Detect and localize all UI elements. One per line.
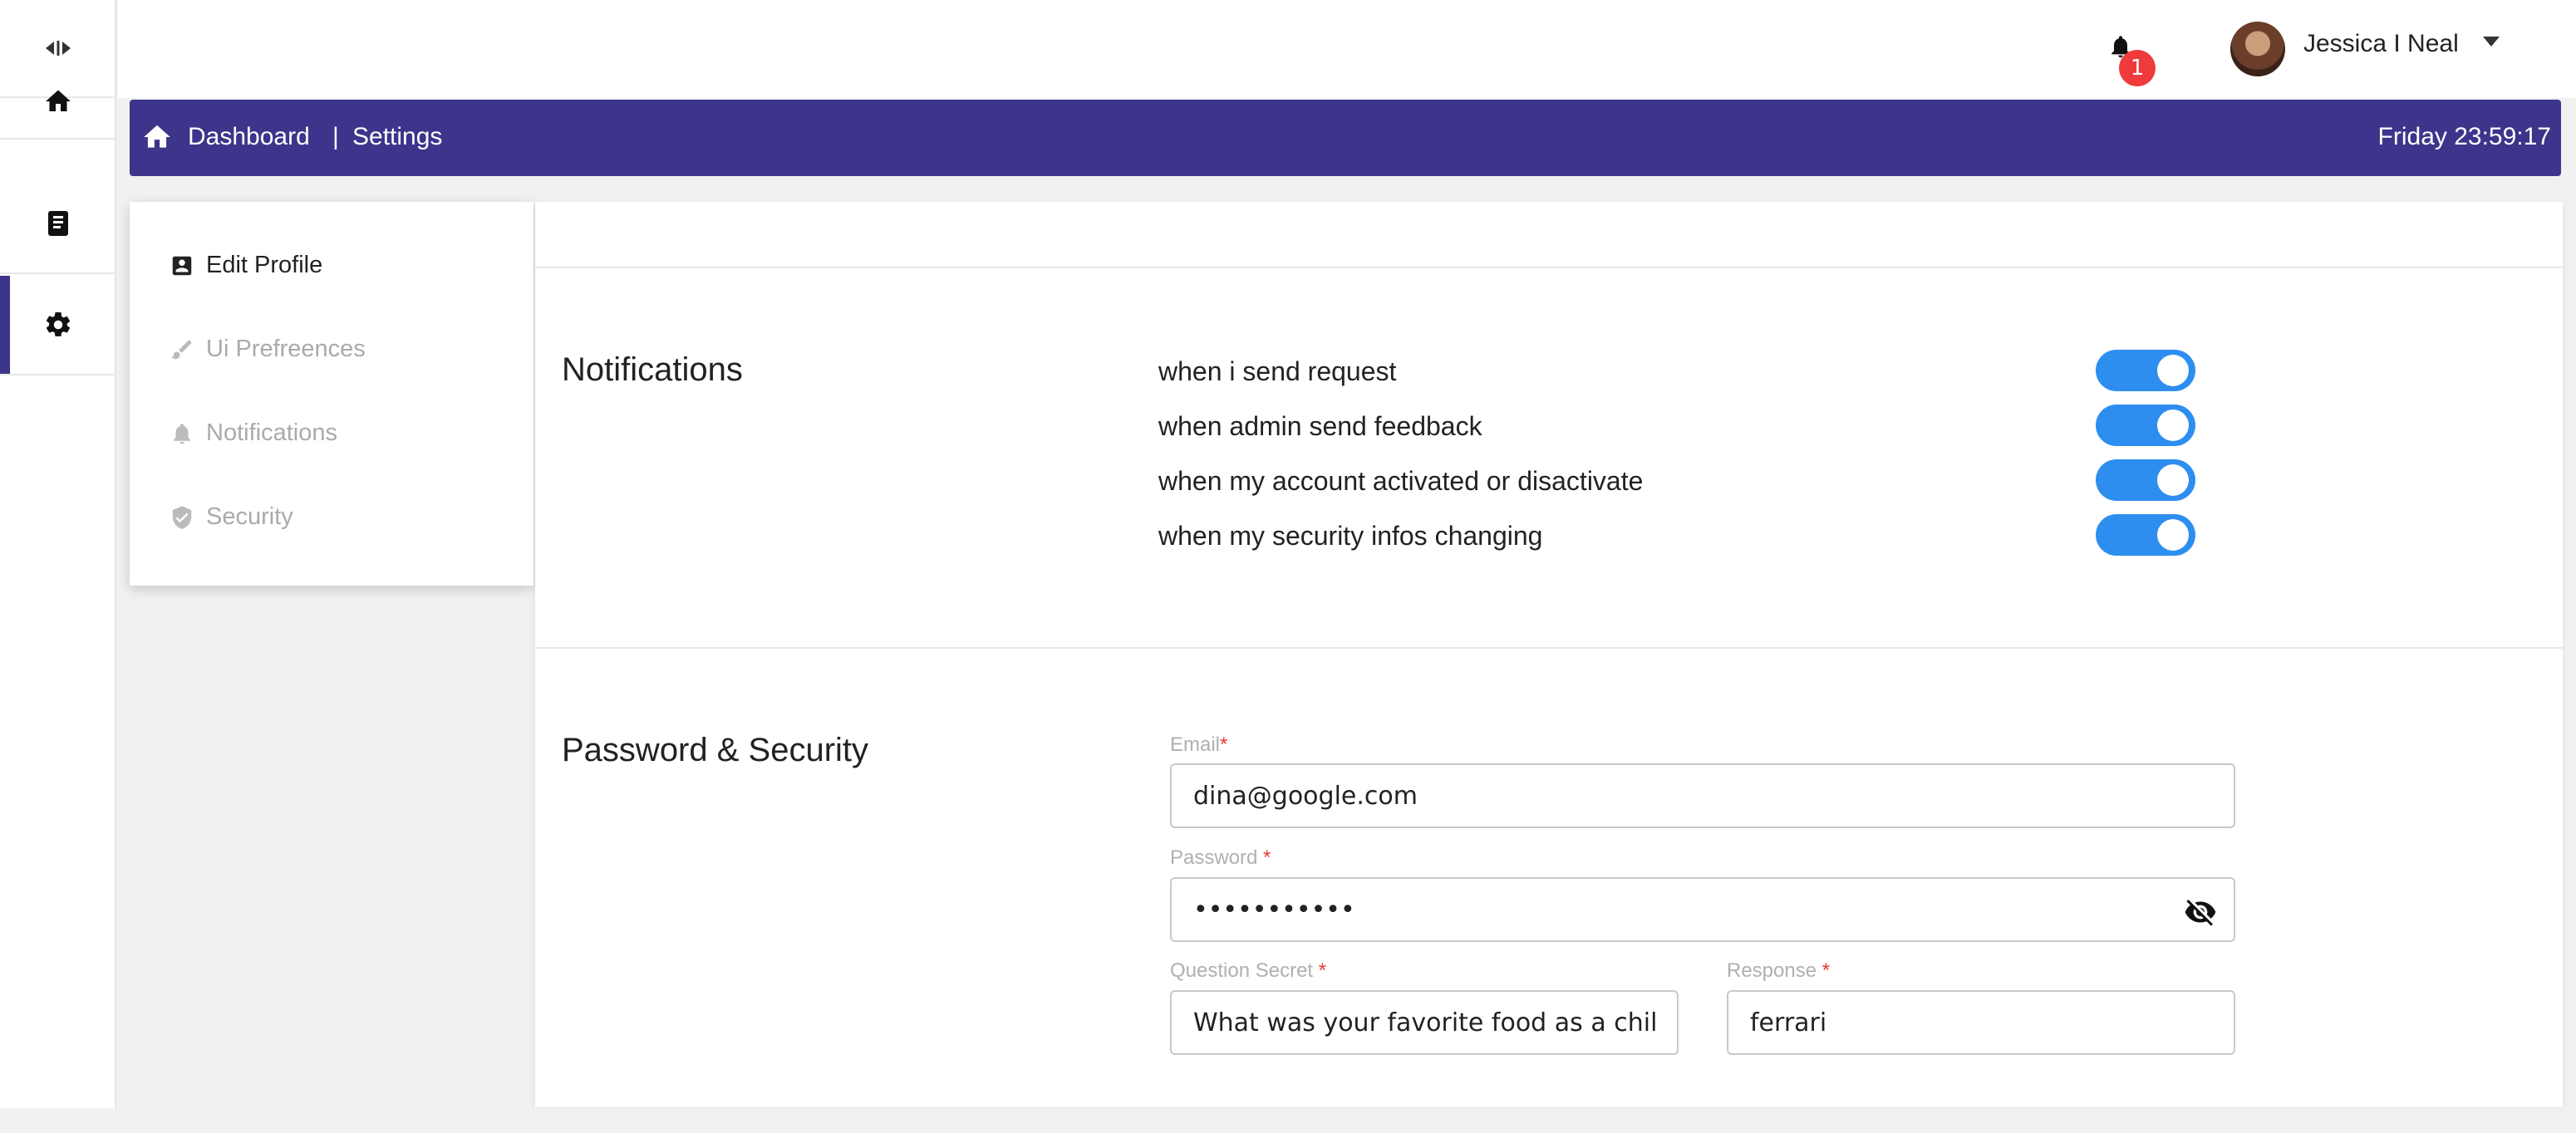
menu-item-label: Ui Prefreences bbox=[206, 336, 366, 362]
brush-icon bbox=[171, 340, 192, 359]
response-label: Response * bbox=[1727, 959, 1831, 982]
divider bbox=[535, 647, 2563, 649]
notification-toggle-security[interactable] bbox=[2096, 514, 2195, 556]
rail-item-home[interactable] bbox=[0, 65, 116, 140]
menu-item-security[interactable]: Security bbox=[170, 503, 293, 531]
breadcrumb-settings: Settings bbox=[352, 123, 443, 150]
menu-item-label: Security bbox=[206, 503, 293, 530]
clock: Friday 23:59:17 bbox=[2377, 123, 2551, 150]
security-section-title: Password & Security bbox=[562, 732, 869, 768]
settings-content-card: Notifications when i send request when a… bbox=[535, 202, 2563, 1107]
breadcrumb-dashboard[interactable]: Dashboard bbox=[188, 123, 310, 151]
password-input[interactable] bbox=[1172, 879, 2234, 940]
menu-item-edit-profile[interactable]: Edit Profile bbox=[170, 252, 322, 279]
gear-icon bbox=[46, 311, 71, 336]
menu-item-label: Notifications bbox=[206, 419, 337, 446]
page-footer-gap bbox=[116, 1108, 2576, 1133]
notification-toggle-request[interactable] bbox=[2096, 350, 2195, 391]
rail-item-settings[interactable] bbox=[0, 276, 116, 375]
email-input[interactable] bbox=[1172, 765, 2234, 826]
home-icon bbox=[46, 90, 71, 111]
top-header bbox=[118, 0, 2576, 98]
left-rail bbox=[0, 0, 116, 1108]
notification-option-label: when my security infos changing bbox=[1158, 521, 1543, 551]
question-secret-input[interactable] bbox=[1172, 992, 1677, 1053]
notifications-section-title: Notifications bbox=[562, 351, 743, 388]
user-name[interactable]: Jessica I Neal bbox=[2303, 30, 2459, 58]
notification-count-badge: 1 bbox=[2119, 50, 2156, 86]
menu-item-label: Edit Profile bbox=[206, 252, 323, 278]
settings-menu: Edit Profile Ui Prefreences Notification… bbox=[130, 202, 533, 586]
notification-option-label: when admin send feedback bbox=[1158, 411, 1482, 441]
home-icon[interactable] bbox=[141, 121, 175, 154]
rail-item-documents[interactable] bbox=[0, 174, 116, 274]
notification-toggle-account[interactable] bbox=[2096, 459, 2195, 501]
email-label: Email* bbox=[1170, 733, 1228, 756]
shield-icon bbox=[172, 505, 192, 529]
profile-icon bbox=[172, 256, 192, 275]
email-field[interactable] bbox=[1170, 763, 2235, 828]
response-input[interactable] bbox=[1728, 992, 2234, 1053]
toggle-knob bbox=[2157, 410, 2189, 441]
chevron-down-icon[interactable] bbox=[2483, 37, 2500, 47]
password-field[interactable] bbox=[1170, 877, 2235, 942]
avatar[interactable] bbox=[2230, 22, 2285, 76]
eye-off-icon[interactable] bbox=[2184, 895, 2217, 929]
collapse-arrows-icon bbox=[46, 41, 71, 56]
toggle-knob bbox=[2157, 519, 2189, 551]
response-field[interactable] bbox=[1727, 990, 2235, 1055]
menu-item-notifications[interactable]: Notifications bbox=[170, 419, 337, 447]
toggle-knob bbox=[2157, 464, 2189, 496]
bell-icon bbox=[174, 423, 190, 444]
breadcrumb: Dashboard | Settings Friday 23:59:17 bbox=[130, 100, 2561, 176]
question-secret-field[interactable] bbox=[1170, 990, 1679, 1055]
notification-option-label: when i send request bbox=[1158, 356, 1397, 386]
question-label: Question Secret * bbox=[1170, 959, 1327, 982]
toggle-knob bbox=[2157, 355, 2189, 386]
notification-toggle-feedback[interactable] bbox=[2096, 405, 2195, 446]
breadcrumb-separator: | bbox=[332, 123, 339, 150]
password-label: Password * bbox=[1170, 846, 1271, 869]
document-icon bbox=[48, 211, 68, 236]
divider bbox=[535, 267, 2563, 268]
menu-item-ui-preferences[interactable]: Ui Prefreences bbox=[170, 336, 366, 363]
notification-option-label: when my account activated or disactivate bbox=[1158, 466, 1644, 496]
